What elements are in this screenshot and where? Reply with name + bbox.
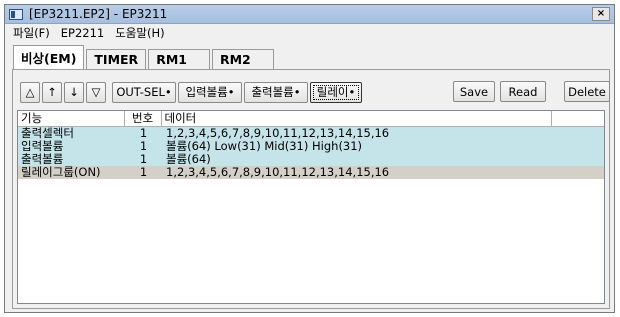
row-data: 볼륨(64) Low(31) Mid(31) High(31) — [166, 140, 363, 153]
tab-panel: △ ↑ ↓ ▽ OUT-SEL• 입력볼륨• 출력볼륨• 릴레이• Save R… — [12, 69, 610, 309]
tab-strip: 비상(EM) TIMER RM1 RM2 — [13, 45, 276, 69]
function-list[interactable]: 기능 번호 데이터 출력셀렉터 1 1,2,3,4,5,6,7,8,9,10,1… — [17, 110, 605, 304]
app-window: [EP3211.EP2] - EP3211 × 파일(F) EP2211 도움말… — [4, 4, 615, 313]
app-icon — [9, 8, 23, 20]
out-sel-button[interactable]: OUT-SEL• — [112, 81, 176, 103]
move-top-button[interactable]: △ — [20, 81, 40, 103]
row-function: 릴레이그룹(ON) — [21, 166, 101, 179]
close-button[interactable]: × — [592, 7, 610, 21]
move-bottom-button[interactable]: ▽ — [86, 81, 106, 103]
relay-button[interactable]: 릴레이• — [310, 81, 362, 103]
save-button[interactable]: Save — [453, 81, 495, 102]
row-data: 볼륨(64) — [166, 153, 211, 166]
column-number[interactable]: 번호 — [125, 111, 162, 126]
menu-help[interactable]: 도움말(H) — [115, 25, 164, 41]
row-number: 1 — [139, 140, 148, 153]
row-function: 입력볼륨 — [21, 140, 64, 153]
read-button[interactable]: Read — [500, 81, 546, 102]
tab-em[interactable]: 비상(EM) — [13, 45, 85, 69]
list-row-relay-group[interactable]: 릴레이그룹(ON) 1 1,2,3,4,5,6,7,8,9,10,11,12,1… — [18, 166, 604, 179]
row-data: 1,2,3,4,5,6,7,8,9,10,11,12,13,14,15,16 — [166, 127, 390, 140]
delete-button[interactable]: Delete — [564, 81, 610, 102]
menu-bar: 파일(F) EP2211 도움말(H) — [5, 24, 614, 42]
menu-file[interactable]: 파일(F) — [13, 25, 50, 41]
input-volume-button[interactable]: 입력볼륨• — [178, 81, 242, 103]
row-number: 1 — [139, 166, 148, 179]
move-down-button[interactable]: ↓ — [64, 81, 84, 103]
tab-rm2[interactable]: RM2 — [211, 49, 274, 69]
menu-ep2211[interactable]: EP2211 — [61, 26, 104, 40]
toolbar: △ ↑ ↓ ▽ OUT-SEL• 입력볼륨• 출력볼륨• 릴레이• — [20, 80, 364, 104]
row-function: 출력볼륨 — [21, 153, 64, 166]
title-bar[interactable]: [EP3211.EP2] - EP3211 × — [5, 5, 614, 24]
window-title: [EP3211.EP2] - EP3211 — [29, 7, 168, 21]
tab-rm1[interactable]: RM1 — [148, 49, 210, 69]
move-up-button[interactable]: ↑ — [42, 81, 62, 103]
output-volume-button[interactable]: 출력볼륨• — [244, 81, 308, 103]
list-row-output-selector[interactable]: 출력셀렉터 1 1,2,3,4,5,6,7,8,9,10,11,12,13,14… — [18, 127, 604, 140]
column-extra[interactable] — [552, 111, 604, 126]
row-function: 출력셀렉터 — [21, 127, 74, 140]
row-number: 1 — [139, 127, 148, 140]
row-number: 1 — [139, 153, 148, 166]
column-data[interactable]: 데이터 — [162, 111, 553, 126]
list-row-output-volume[interactable]: 출력볼륨 1 볼륨(64) — [18, 153, 604, 166]
column-function[interactable]: 기능 — [18, 111, 125, 126]
list-header: 기능 번호 데이터 — [18, 111, 604, 127]
list-row-input-volume[interactable]: 입력볼륨 1 볼륨(64) Low(31) Mid(31) High(31) — [18, 140, 604, 153]
tab-timer[interactable]: TIMER — [86, 49, 147, 69]
row-data: 1,2,3,4,5,6,7,8,9,10,11,12,13,14,15,16 — [166, 166, 390, 179]
